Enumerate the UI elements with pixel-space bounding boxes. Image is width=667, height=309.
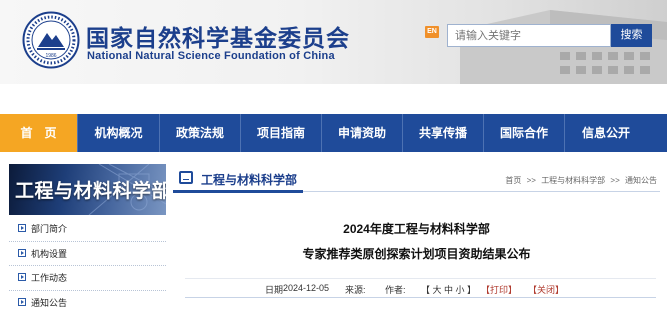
nsfc-seal-logo: 1986 [22, 11, 80, 69]
breadcrumb-department[interactable]: 工程与材料科学部 [541, 176, 605, 185]
sidebar-banner-title: 工程与材料科学部 [15, 181, 166, 202]
sidebar-item-label: 工作动态 [31, 273, 68, 283]
arrow-right-icon [18, 248, 26, 257]
arrow-right-icon [18, 297, 26, 306]
nav-item-apply[interactable]: 申请资助 [322, 114, 403, 152]
breadcrumb-notices[interactable]: 通知公告 [625, 176, 657, 185]
section-header: 工程与材料科学部 首页 >> 工程与材料科学部 >> 通知公告 [173, 164, 660, 193]
site-title-en[interactable]: National Natural Science Foundation of C… [87, 50, 335, 62]
site-header: 1986 国家自然科学基金委员会 National Natural Scienc… [0, 0, 667, 84]
publish-date: 2024-12-05 [283, 283, 330, 293]
sidebar-item-label: 通知公告 [31, 297, 68, 308]
nav-item-home[interactable]: 首 页 [0, 114, 78, 152]
nav-item-disclosure[interactable]: 信息公开 [565, 114, 647, 152]
section-title: 工程与材料科学部 [201, 173, 298, 187]
article-title-line2: 专家推荐类原创探索计划项目资助结果公布 [302, 247, 531, 261]
arrow-right-icon [18, 224, 26, 232]
sidebar-item-label: 机构设置 [31, 248, 68, 259]
breadcrumb-separator: >> [610, 176, 620, 185]
breadcrumb-home[interactable]: 首页 [505, 176, 521, 185]
article-title-line1: 2024年度工程与材料科学部 [343, 222, 490, 236]
nav-item-about[interactable]: 机构概况 [78, 114, 160, 152]
source-label: 来源: [345, 285, 366, 295]
monitor-icon [179, 171, 193, 184]
font-size-controls[interactable]: 【 大 中 小 】 [421, 283, 476, 296]
nav-item-share[interactable]: 共享传播 [403, 114, 484, 152]
sidebar-banner: 工程与材料科学部 [9, 164, 166, 215]
arrow-right-icon [18, 273, 26, 281]
nav-item-guide[interactable]: 项目指南 [241, 114, 322, 152]
sidebar-item-intro[interactable]: 部门简介 [9, 217, 166, 242]
date-label: 日期 [265, 285, 284, 295]
english-version-icon[interactable]: EN [425, 26, 439, 38]
seal-year: 1986 [45, 53, 56, 59]
nav-item-policy[interactable]: 政策法规 [160, 114, 241, 152]
close-link[interactable]: 【关闭】 [528, 283, 564, 296]
author-label: 作者: [385, 285, 406, 295]
nav-item-international[interactable]: 国际合作 [484, 114, 565, 152]
sidebar-menu: 部门简介 机构设置 工作动态 通知公告 [9, 217, 166, 309]
sidebar-item-notices[interactable]: 通知公告 [9, 291, 166, 309]
main-nav: 首 页 机构概况 政策法规 项目指南 申请资助 共享传播 国际合作 信息公开 [0, 114, 667, 152]
breadcrumb: 首页 >> 工程与材料科学部 >> 通知公告 [502, 175, 657, 186]
sidebar-item-news[interactable]: 工作动态 [9, 266, 166, 291]
site-title-zh[interactable]: 国家自然科学基金委员会 [86, 19, 350, 53]
sidebar-item-label: 部门简介 [31, 224, 68, 234]
section-underline [173, 190, 303, 193]
sidebar-item-structure[interactable]: 机构设置 [9, 242, 166, 266]
print-link[interactable]: 【打印】 [481, 283, 517, 296]
breadcrumb-separator: >> [526, 176, 536, 185]
search-input[interactable] [447, 24, 611, 47]
article-meta-bar: 日期 2024-12-05 来源: 作者: 【 大 中 小 】 【打印】 【关闭… [185, 278, 656, 298]
search-button[interactable]: 搜索 [611, 24, 652, 47]
